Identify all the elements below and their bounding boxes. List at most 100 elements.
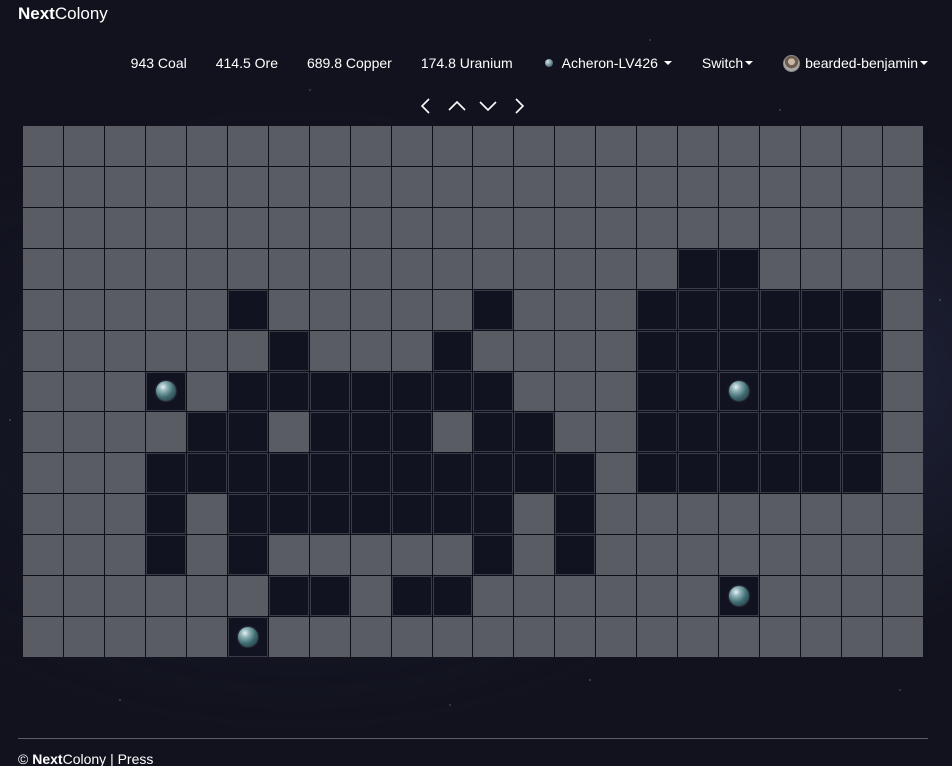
map-cell-unexplored[interactable] (596, 166, 637, 207)
map-cell-unexplored[interactable] (760, 207, 801, 248)
map-cell-explored[interactable] (801, 330, 842, 371)
map-cell-explored[interactable] (350, 494, 391, 535)
map-cell-unexplored[interactable] (801, 576, 842, 617)
map-cell-explored[interactable] (555, 494, 596, 535)
map-cell-explored[interactable] (760, 289, 801, 330)
map-cell-unexplored[interactable] (23, 494, 63, 535)
map-cell-unexplored[interactable] (145, 576, 186, 617)
map-cell-unexplored[interactable] (432, 289, 473, 330)
map-cell-unexplored[interactable] (842, 207, 883, 248)
map-cell-explored[interactable] (309, 576, 350, 617)
map-cell-unexplored[interactable] (23, 248, 63, 289)
map-cell-unexplored[interactable] (514, 494, 555, 535)
map-cell-unexplored[interactable] (186, 166, 227, 207)
map-cell-unexplored[interactable] (309, 166, 350, 207)
map-cell-unexplored[interactable] (350, 126, 391, 166)
map-cell-explored[interactable] (801, 371, 842, 412)
map-cell-unexplored[interactable] (678, 207, 719, 248)
map-cell-unexplored[interactable] (719, 166, 760, 207)
map-cell-unexplored[interactable] (63, 453, 104, 494)
map-cell-explored[interactable] (719, 412, 760, 453)
map-cell-unexplored[interactable] (842, 535, 883, 576)
map-cell-explored[interactable] (227, 289, 268, 330)
map-cell-unexplored[interactable] (145, 617, 186, 657)
map-cell-unexplored[interactable] (63, 166, 104, 207)
map-cell-explored[interactable] (186, 453, 227, 494)
map-cell-explored[interactable] (555, 535, 596, 576)
map-cell-unexplored[interactable] (514, 535, 555, 576)
map-cell-unexplored[interactable] (63, 330, 104, 371)
map-cell-unexplored[interactable] (596, 535, 637, 576)
map-cell-explored[interactable] (350, 453, 391, 494)
map-cell-unexplored[interactable] (514, 207, 555, 248)
map-cell-explored[interactable] (719, 330, 760, 371)
map-cell-unexplored[interactable] (637, 207, 678, 248)
map-cell-explored[interactable] (309, 453, 350, 494)
map-cell-unexplored[interactable] (473, 576, 514, 617)
map-cell-unexplored[interactable] (63, 617, 104, 657)
map-cell-unexplored[interactable] (350, 576, 391, 617)
map-cell-explored[interactable] (432, 330, 473, 371)
map-cell-unexplored[interactable] (145, 248, 186, 289)
arrow-up-icon[interactable] (447, 96, 467, 116)
map-cell-unexplored[interactable] (760, 248, 801, 289)
map-cell-unexplored[interactable] (104, 371, 145, 412)
map-cell-unexplored[interactable] (514, 289, 555, 330)
map-cell-unexplored[interactable] (186, 494, 227, 535)
map-cell-unexplored[interactable] (883, 207, 923, 248)
map-cell-unexplored[interactable] (637, 166, 678, 207)
map-cell-unexplored[interactable] (227, 126, 268, 166)
map-cell-explored[interactable] (719, 289, 760, 330)
map-cell-unexplored[interactable] (596, 289, 637, 330)
map-cell-unexplored[interactable] (23, 576, 63, 617)
map-cell-unexplored[interactable] (227, 330, 268, 371)
map-cell-unexplored[interactable] (801, 248, 842, 289)
map-cell-unexplored[interactable] (842, 248, 883, 289)
map-cell-explored[interactable] (514, 453, 555, 494)
planet-select-dropdown[interactable]: Acheron-LV426 (544, 55, 672, 71)
map-cell-unexplored[interactable] (309, 617, 350, 657)
map-cell-unexplored[interactable] (350, 207, 391, 248)
map-cell-unexplored[interactable] (268, 617, 309, 657)
map-cell-unexplored[interactable] (555, 207, 596, 248)
map-cell-explored[interactable] (473, 371, 514, 412)
map-cell-unexplored[interactable] (678, 535, 719, 576)
map-cell-unexplored[interactable] (145, 289, 186, 330)
map-cell-unexplored[interactable] (23, 126, 63, 166)
map-cell-unexplored[interactable] (596, 330, 637, 371)
map-cell-unexplored[interactable] (555, 576, 596, 617)
map-cell-unexplored[interactable] (432, 207, 473, 248)
map-cell-explored[interactable] (309, 494, 350, 535)
map-cell-unexplored[interactable] (678, 576, 719, 617)
map-cell-explored[interactable] (637, 289, 678, 330)
map-cell-unexplored[interactable] (555, 412, 596, 453)
map-cell-explored[interactable] (432, 576, 473, 617)
map-cell-unexplored[interactable] (637, 617, 678, 657)
map-cell-unexplored[interactable] (883, 535, 923, 576)
map-cell-unexplored[interactable] (760, 535, 801, 576)
planet-icon[interactable] (729, 381, 750, 402)
map-cell-unexplored[interactable] (596, 371, 637, 412)
map-cell-unexplored[interactable] (760, 617, 801, 657)
map-cell-unexplored[interactable] (883, 166, 923, 207)
map-cell-unexplored[interactable] (391, 166, 432, 207)
map-cell-explored[interactable] (473, 535, 514, 576)
map-cell-unexplored[interactable] (268, 248, 309, 289)
map-cell-explored[interactable] (842, 412, 883, 453)
map-cell-unexplored[interactable] (842, 576, 883, 617)
map-cell-unexplored[interactable] (309, 207, 350, 248)
map-cell-unexplored[interactable] (63, 494, 104, 535)
map-cell-explored[interactable] (637, 453, 678, 494)
map-cell-unexplored[interactable] (145, 166, 186, 207)
map-cell-explored[interactable] (637, 330, 678, 371)
map-cell-explored[interactable] (801, 289, 842, 330)
map-cell-unexplored[interactable] (104, 412, 145, 453)
map-cell-unexplored[interactable] (104, 289, 145, 330)
map-cell-unexplored[interactable] (473, 126, 514, 166)
map-cell-unexplored[interactable] (473, 166, 514, 207)
map-cell-unexplored[interactable] (596, 617, 637, 657)
map-cell-unexplored[interactable] (678, 166, 719, 207)
map-cell-unexplored[interactable] (63, 207, 104, 248)
map-cell-unexplored[interactable] (555, 126, 596, 166)
map-cell-unexplored[interactable] (883, 330, 923, 371)
